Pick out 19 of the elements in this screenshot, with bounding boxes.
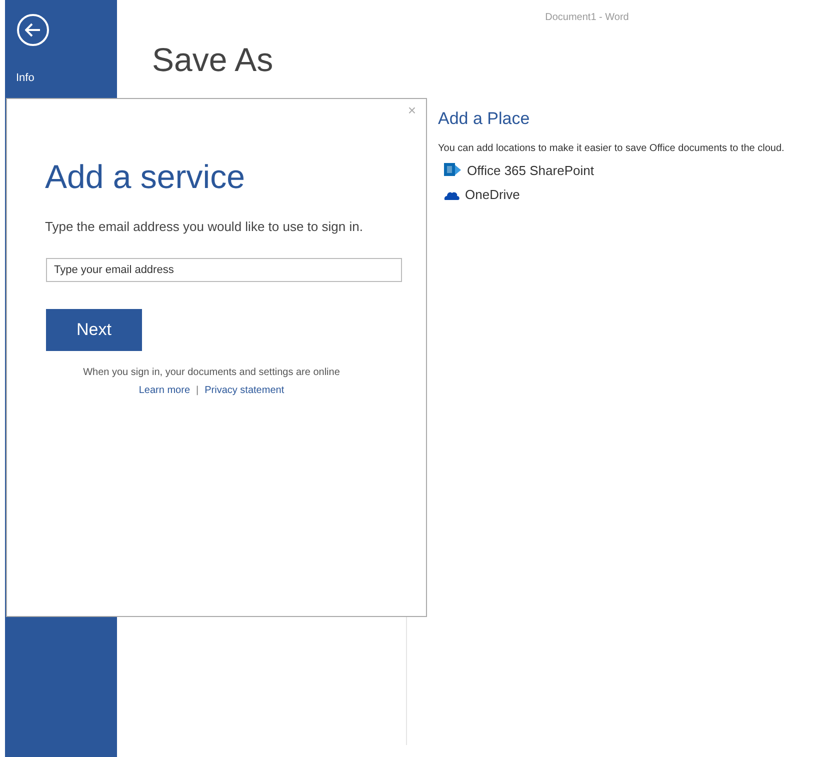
next-button[interactable]: Next xyxy=(46,308,142,350)
privacy-link[interactable]: Privacy statement xyxy=(204,382,284,398)
service-item[interactable]: OneDrive xyxy=(444,185,520,204)
window-title: Document1 - Word xyxy=(545,11,629,25)
section-title: Add a Place xyxy=(438,108,530,130)
section-description: You can add locations to make it easier to save Office documents to the cloud. xyxy=(438,142,784,156)
sharepoint-icon xyxy=(444,162,462,178)
sign-in-note: When you sign in, your documents and settings are online xyxy=(83,366,340,380)
back-button[interactable] xyxy=(17,14,49,46)
email-field[interactable]: Type your email address xyxy=(46,258,402,282)
page-title: Save As xyxy=(152,40,274,80)
service-item[interactable]: Office 365 SharePoint xyxy=(444,160,594,180)
link-separator: | xyxy=(196,384,199,398)
learn-more-link[interactable]: Learn more xyxy=(138,382,190,398)
sidebar-item[interactable]: Info xyxy=(16,70,34,86)
dialog-prompt: Type the email address you would like to use to sign in. xyxy=(45,218,363,236)
back-arrow-icon xyxy=(25,23,41,37)
cloud-icon xyxy=(444,190,460,200)
dialog-title: Add a service xyxy=(45,157,245,197)
